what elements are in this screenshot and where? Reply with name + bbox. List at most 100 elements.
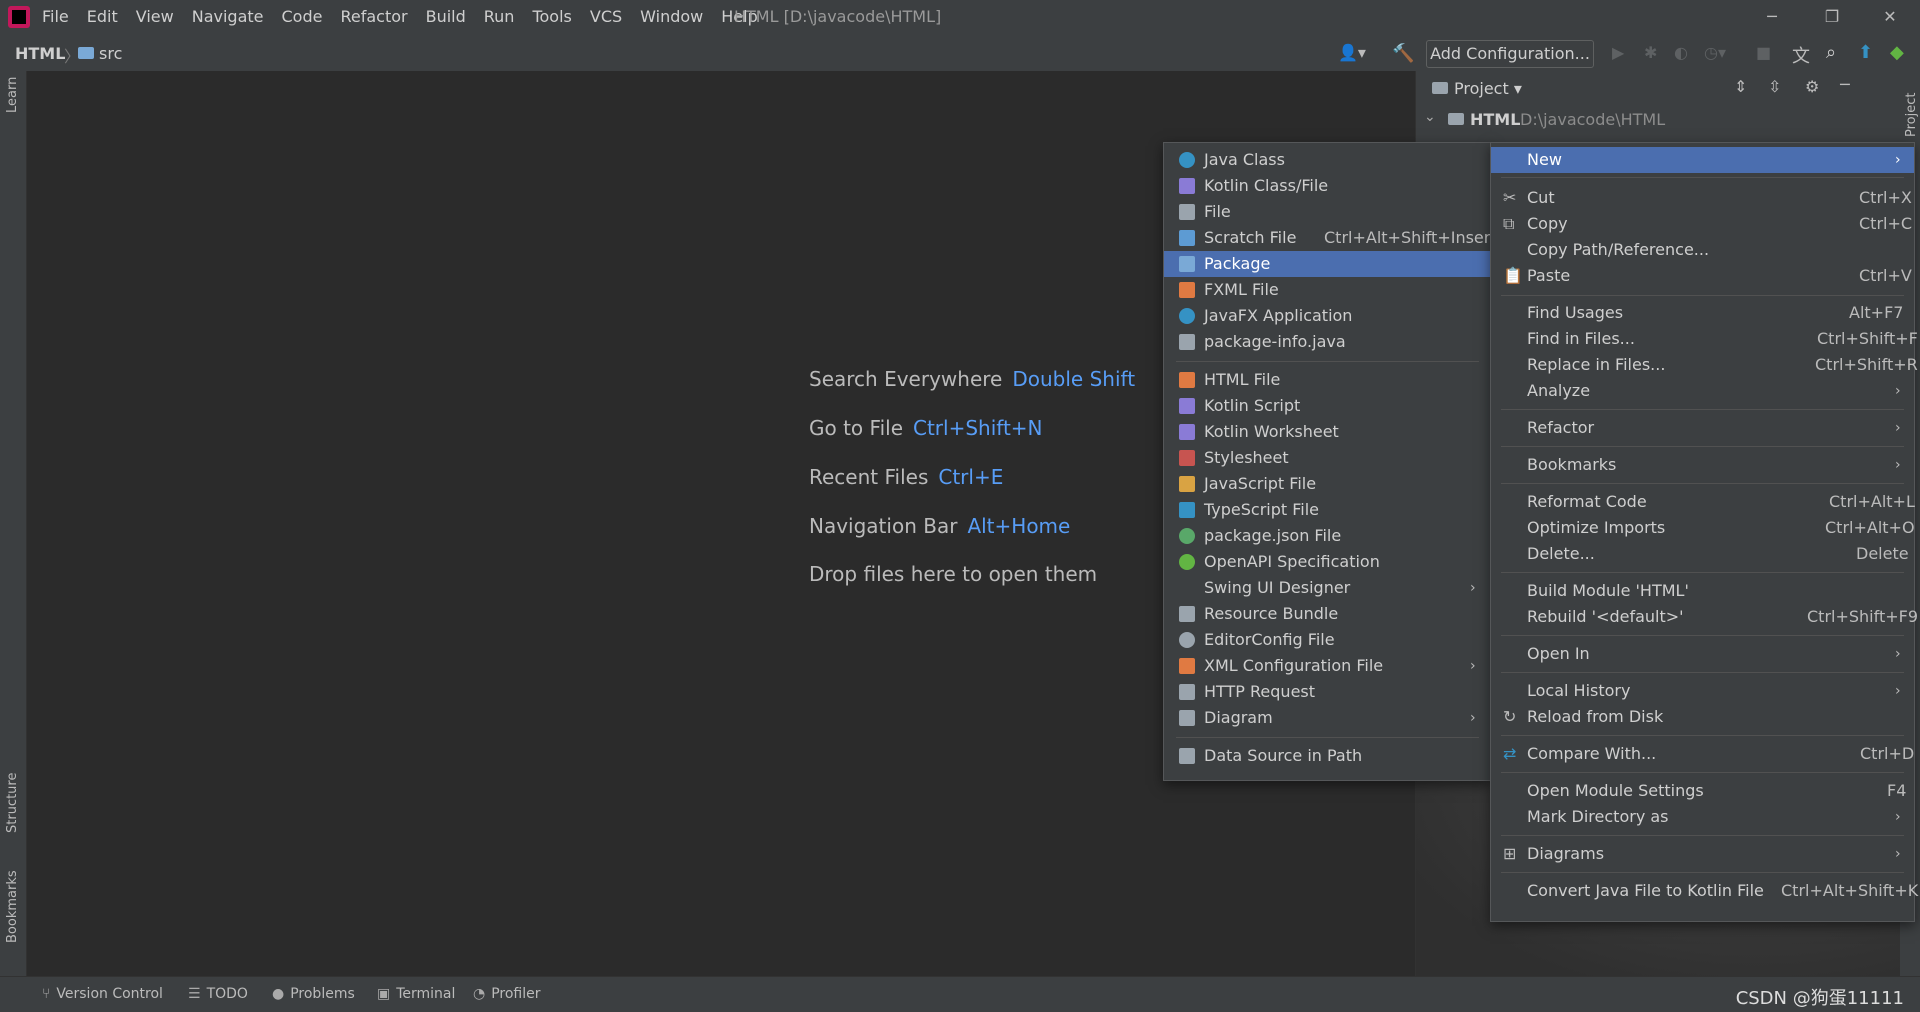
bookmarks-tab[interactable]: Bookmarks bbox=[5, 870, 20, 943]
new-diagram[interactable]: Diagram › bbox=[1164, 705, 1491, 731]
new-kotlin-worksheet[interactable]: Kotlin Worksheet bbox=[1164, 419, 1491, 445]
new-javascript-file[interactable]: JavaScript File bbox=[1164, 471, 1491, 497]
new-editorconfig-file[interactable]: EditorConfig File bbox=[1164, 627, 1491, 653]
structure-tab[interactable]: Structure bbox=[5, 773, 20, 833]
menu-separator bbox=[1501, 409, 1904, 410]
watermark-text: CSDN @狗蛋11111 bbox=[1735, 988, 1904, 1009]
menu-tools[interactable]: Tools bbox=[532, 7, 571, 26]
run-icon[interactable]: ▶ bbox=[1612, 43, 1624, 62]
menu-separator bbox=[1501, 177, 1904, 178]
breadcrumb-project[interactable]: HTML bbox=[15, 44, 65, 63]
menu-mark-directory-as[interactable]: Mark Directory as › bbox=[1491, 804, 1914, 830]
translate-icon[interactable]: 文 bbox=[1792, 42, 1810, 68]
new-kotlin-class[interactable]: Kotlin Class/File bbox=[1164, 173, 1491, 199]
resource-bundle-icon bbox=[1179, 606, 1195, 622]
restore-button[interactable]: ❐ bbox=[1812, 4, 1852, 30]
menu-diagrams[interactable]: ⊞ Diagrams › bbox=[1491, 841, 1914, 867]
new-javafx-application[interactable]: JavaFX Application bbox=[1164, 303, 1491, 329]
profile-icon[interactable]: ◷▾ bbox=[1704, 43, 1726, 62]
close-button[interactable]: ✕ bbox=[1870, 4, 1910, 30]
profiler-tab[interactable]: ◔ Profiler bbox=[473, 986, 541, 1002]
menu-navigate[interactable]: Navigate bbox=[192, 7, 264, 26]
new-stylesheet[interactable]: Stylesheet bbox=[1164, 445, 1491, 471]
menu-refactor[interactable]: Refactor › bbox=[1491, 415, 1914, 441]
menu-separator bbox=[1501, 772, 1904, 773]
menu-separator bbox=[1501, 635, 1904, 636]
chevron-down-icon[interactable]: ⌄ bbox=[1424, 109, 1436, 125]
new-file[interactable]: File bbox=[1164, 199, 1491, 225]
hide-panel-icon[interactable]: ─ bbox=[1840, 75, 1850, 94]
menu-cut[interactable]: ✂ Cut Ctrl+X bbox=[1491, 185, 1914, 211]
coverage-icon[interactable]: ◐ bbox=[1674, 43, 1688, 62]
collapse-all-icon[interactable]: ⇳ bbox=[1768, 77, 1781, 96]
menu-copy[interactable]: ⧉ Copy Ctrl+C bbox=[1491, 211, 1914, 237]
gear-icon[interactable]: ⚙ bbox=[1805, 77, 1819, 96]
plugin-icon[interactable]: ◆ bbox=[1890, 42, 1904, 63]
menu-find-usages[interactable]: Find Usages Alt+F7 bbox=[1491, 300, 1914, 326]
tree-root-node[interactable]: ⌄ HTML D:\javacode\HTML bbox=[1416, 107, 1901, 131]
menu-replace-in-files[interactable]: Replace in Files... Ctrl+Shift+R bbox=[1491, 352, 1918, 378]
menu-build-module[interactable]: Build Module 'HTML' bbox=[1491, 578, 1914, 604]
new-resource-bundle[interactable]: Resource Bundle bbox=[1164, 601, 1491, 627]
new-xml-config-file[interactable]: XML Configuration File › bbox=[1164, 653, 1491, 679]
update-icon[interactable]: ⬆ bbox=[1858, 42, 1873, 63]
build-hammer-icon[interactable]: 🔨 bbox=[1392, 43, 1414, 64]
add-configuration-button[interactable]: Add Configuration... bbox=[1426, 40, 1594, 68]
version-control-tab[interactable]: ⑂ Version Control bbox=[42, 986, 163, 1002]
problems-tab[interactable]: ● Problems bbox=[272, 986, 355, 1002]
new-typescript-file[interactable]: TypeScript File bbox=[1164, 497, 1491, 523]
menu-reformat-code[interactable]: Reformat Code Ctrl+Alt+L bbox=[1491, 489, 1915, 515]
project-view-selector[interactable]: Project ▾ bbox=[1454, 79, 1522, 98]
terminal-tab[interactable]: ▣ Terminal bbox=[377, 986, 455, 1002]
todo-tab[interactable]: ☰ TODO bbox=[188, 986, 248, 1002]
search-icon[interactable]: ⌕ bbox=[1826, 42, 1836, 63]
menu-find-in-files[interactable]: Find in Files... Ctrl+Shift+F bbox=[1491, 326, 1918, 352]
menu-paste[interactable]: 📋 Paste Ctrl+V bbox=[1491, 263, 1914, 289]
new-java-class[interactable]: Java Class bbox=[1164, 147, 1491, 173]
new-swing-ui-designer[interactable]: Swing UI Designer › bbox=[1164, 575, 1491, 601]
menu-compare-with[interactable]: ⇄ Compare With... Ctrl+D bbox=[1491, 741, 1914, 767]
breadcrumb-src[interactable]: src bbox=[99, 44, 122, 63]
new-openapi-spec[interactable]: OpenAPI Specification bbox=[1164, 549, 1491, 575]
new-http-request[interactable]: HTTP Request bbox=[1164, 679, 1491, 705]
menu-analyze[interactable]: Analyze › bbox=[1491, 378, 1914, 404]
menu-code[interactable]: Code bbox=[282, 7, 323, 26]
menu-edit[interactable]: Edit bbox=[87, 7, 118, 26]
new-scratch-file[interactable]: Scratch File Ctrl+Alt+Shift+Insert bbox=[1164, 225, 1497, 251]
tree-root-name: HTML bbox=[1470, 110, 1521, 129]
new-kotlin-script[interactable]: Kotlin Script bbox=[1164, 393, 1491, 419]
new-package[interactable]: Package bbox=[1164, 251, 1491, 277]
menu-copy-path[interactable]: Copy Path/Reference... bbox=[1491, 237, 1914, 263]
menu-optimize-imports[interactable]: Optimize Imports Ctrl+Alt+O bbox=[1491, 515, 1915, 541]
debug-icon[interactable]: ✱ bbox=[1644, 43, 1657, 62]
chevron-right-icon: › bbox=[1895, 383, 1901, 399]
window-title: HTML [D:\javacode\HTML] bbox=[734, 7, 942, 26]
menu-delete[interactable]: Delete... Delete bbox=[1491, 541, 1914, 567]
menu-new[interactable]: New › bbox=[1491, 147, 1914, 173]
menu-open-module-settings[interactable]: Open Module Settings F4 bbox=[1491, 778, 1914, 804]
menu-refactor[interactable]: Refactor bbox=[340, 7, 407, 26]
learn-tab[interactable]: Learn bbox=[5, 77, 20, 113]
new-html-file[interactable]: HTML File bbox=[1164, 367, 1491, 393]
new-fxml-file[interactable]: FXML File bbox=[1164, 277, 1491, 303]
menu-build[interactable]: Build bbox=[426, 7, 466, 26]
new-package-info[interactable]: package-info.java bbox=[1164, 329, 1491, 355]
stop-icon[interactable]: ■ bbox=[1756, 43, 1771, 62]
expand-all-icon[interactable]: ⇕ bbox=[1734, 77, 1747, 96]
menu-file[interactable]: File bbox=[42, 7, 69, 26]
minimize-button[interactable]: ─ bbox=[1752, 4, 1792, 30]
project-tab[interactable]: Project bbox=[1904, 93, 1919, 137]
menu-rebuild[interactable]: Rebuild '<default>' Ctrl+Shift+F9 bbox=[1491, 604, 1918, 630]
menu-reload-from-disk[interactable]: ↻ Reload from Disk bbox=[1491, 704, 1914, 730]
user-icon[interactable]: 👤▾ bbox=[1338, 43, 1366, 62]
menu-convert-java-to-kotlin[interactable]: Convert Java File to Kotlin File Ctrl+Al… bbox=[1491, 878, 1918, 904]
new-package-json[interactable]: package.json File bbox=[1164, 523, 1491, 549]
menu-local-history[interactable]: Local History › bbox=[1491, 678, 1914, 704]
menu-view[interactable]: View bbox=[136, 7, 174, 26]
menu-run[interactable]: Run bbox=[484, 7, 515, 26]
menu-vcs[interactable]: VCS bbox=[590, 7, 622, 26]
menu-window[interactable]: Window bbox=[640, 7, 703, 26]
menu-bookmarks[interactable]: Bookmarks › bbox=[1491, 452, 1914, 478]
menu-open-in[interactable]: Open In › bbox=[1491, 641, 1914, 667]
new-data-source-in-path[interactable]: Data Source in Path bbox=[1164, 743, 1491, 769]
